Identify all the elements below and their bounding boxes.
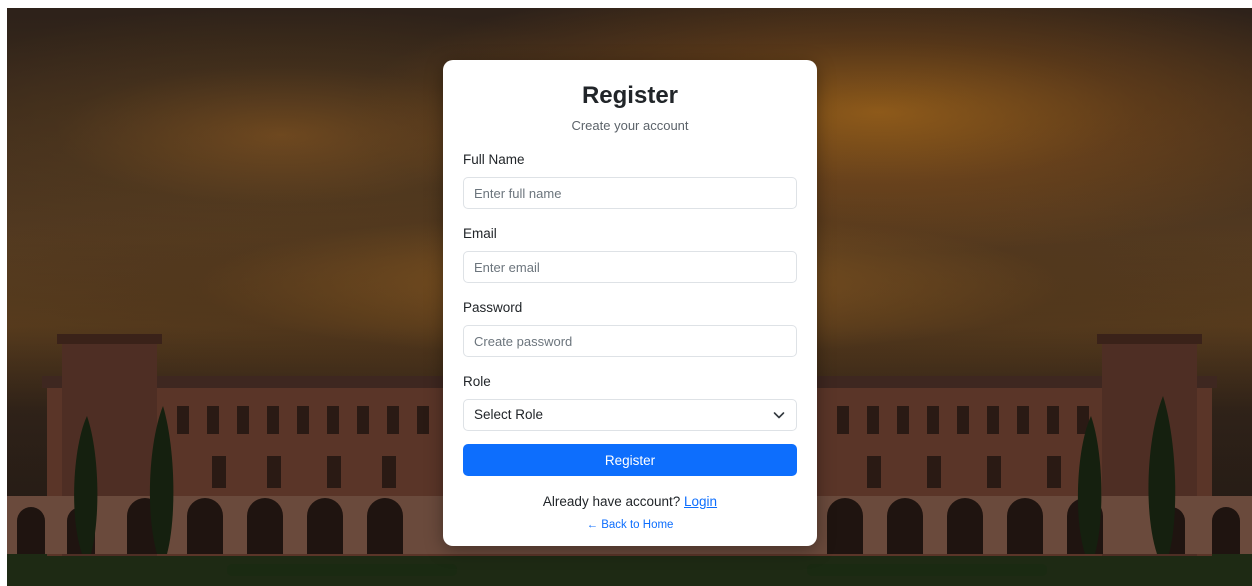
chevron-down-icon (773, 412, 785, 419)
register-card: Register Create your account Full Name E… (443, 60, 817, 546)
email-input[interactable] (463, 251, 797, 283)
role-label: Role (463, 374, 491, 389)
login-link[interactable]: Login (684, 494, 717, 509)
password-input[interactable] (463, 325, 797, 357)
page-title: Register (581, 82, 679, 109)
password-label: Password (463, 300, 523, 315)
email-label: Email (463, 226, 497, 241)
page-subtitle: Create your account (571, 118, 689, 133)
register-button[interactable]: Register (463, 444, 797, 476)
back-to-home-link[interactable]: ← Back to Home (463, 516, 797, 534)
login-prompt-line: Already have account? Login (463, 492, 797, 512)
role-select-value: Select Role (474, 407, 544, 422)
login-prompt-text: Already have account? (542, 494, 685, 509)
full-name-label: Full Name (463, 152, 525, 167)
full-name-input[interactable] (463, 177, 797, 209)
role-select[interactable]: Select Role (463, 399, 797, 431)
